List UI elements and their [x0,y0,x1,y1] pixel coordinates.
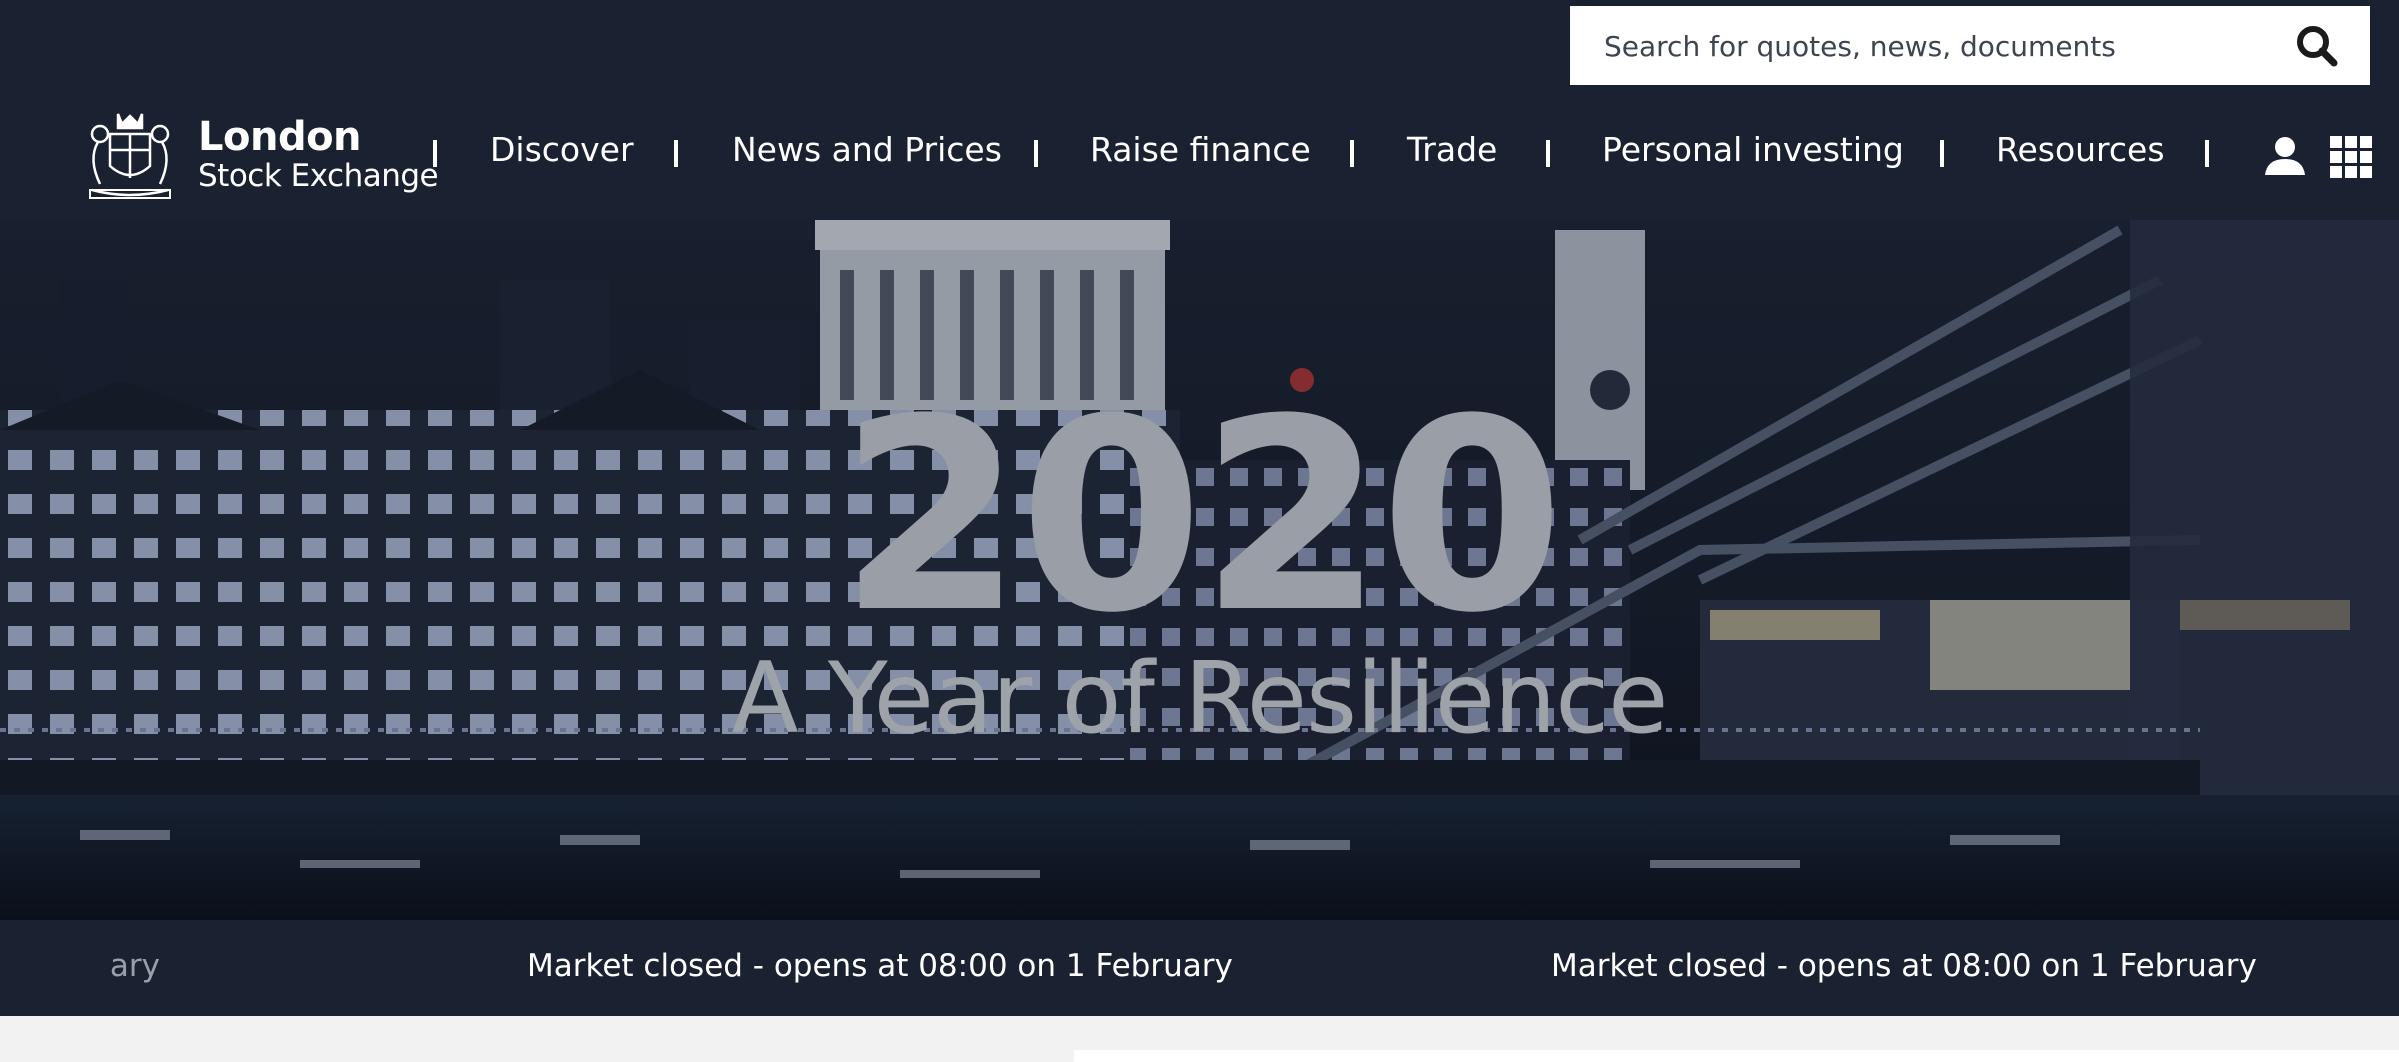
ticker-message: Market closed - opens at 08:00 on 1 Febr… [1551,948,2257,984]
nav-item-personal-investing[interactable]: Personal investing [1602,130,1904,169]
ticker-fragment-text: ary [109,948,160,984]
logo-text-line1: London [198,114,362,160]
crest-icon [89,113,171,199]
nav-item-raise-finance[interactable]: Raise finance [1090,130,1311,169]
site-header: London Stock Exchange Discover News and … [0,0,2399,220]
hero-subtitle: A Year of Resilience [731,642,1669,756]
nav-separator [433,140,437,167]
user-icon[interactable] [2264,135,2306,177]
ticker-message: Market closed - opens at 08:00 on 1 Febr… [527,948,1233,984]
market-status-ticker: ary Market closed - opens at 08:00 on 1 … [0,920,2399,1016]
lse-logo[interactable]: London Stock Exchange [80,104,439,204]
search-box [1570,6,2370,87]
apps-grid-icon[interactable] [2330,136,2372,178]
nav-separator [1546,140,1550,167]
ticker-fragment: ary [70,948,160,988]
search-button[interactable] [2294,23,2340,69]
nav-item-discover[interactable]: Discover [490,130,634,169]
nav-separator [1350,140,1354,167]
nav-item-trade[interactable]: Trade [1407,130,1497,169]
nav-separator [2205,140,2209,167]
search-icon [2297,26,2338,67]
content-panel [1074,1050,2399,1062]
nav-item-news-and-prices[interactable]: News and Prices [732,130,1002,169]
nav-separator [1940,140,1944,167]
hero-year: 2020 [838,363,1565,671]
hero-banner[interactable]: 2020 A Year of Resilience [0,220,2399,920]
search-input[interactable] [1602,6,2286,87]
logo-text-line2: Stock Exchange [198,158,439,194]
nav-separator [674,140,678,167]
nav-item-resources[interactable]: Resources [1996,130,2165,169]
nav-separator [1034,140,1038,167]
